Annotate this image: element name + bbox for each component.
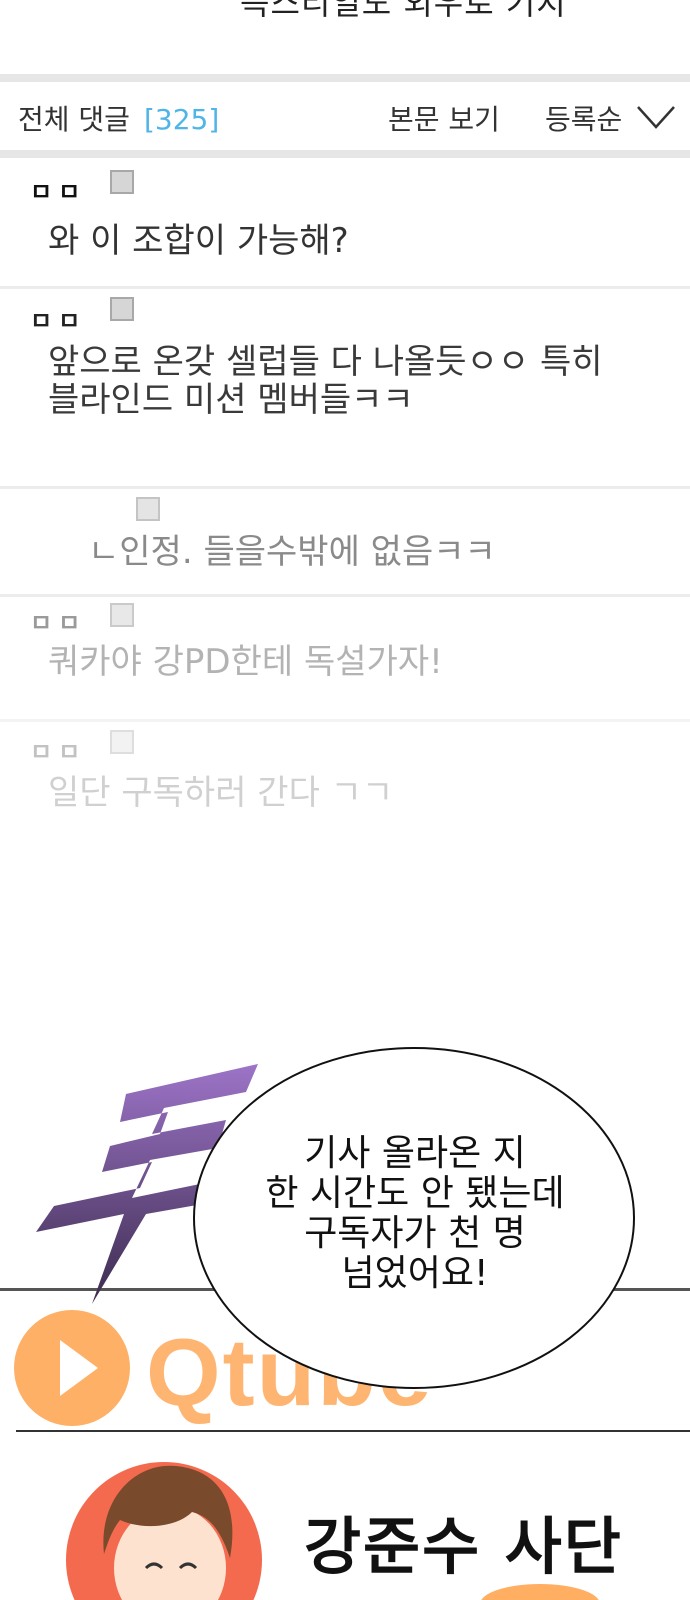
comment-author: ㅁㅁ <box>30 609 87 637</box>
header-divider <box>0 150 690 158</box>
comment-text: 일단 구독하러 간다 ㄱㄱ <box>48 773 394 813</box>
comment-text: 앞으로 온갖 셀럽들 다 나올듯ㅇㅇ 특히 블라인드 미션 멤버들ㅋㅋ <box>48 342 603 420</box>
user-icon <box>110 297 134 321</box>
decorative-shape <box>480 1584 600 1600</box>
avatar <box>103 1465 233 1600</box>
user-icon <box>136 497 160 521</box>
chevron-down-icon[interactable] <box>636 104 676 130</box>
comment-item: ㅁㅁ 앞으로 온갖 셀럽들 다 나올듯ㅇㅇ 특히 블라인드 미션 멤버들ㅋㅋ <box>0 289 690 486</box>
bubble-text: 기사 올라온 지 한 시간도 안 됐는데 구독자가 천 명 넘었어요! <box>265 1133 565 1294</box>
comment-item: ㅁㅁ 와 이 조합이 가능해? <box>0 158 690 286</box>
comment-count: [325] <box>143 103 220 136</box>
all-comments-label: 전체 댓글 <box>18 103 130 136</box>
comment-item: ㅁㅁ 일단 구독하러 간다 ㄱㄱ <box>0 722 690 842</box>
user-icon <box>110 730 134 754</box>
panel-line-bottom <box>16 1430 690 1432</box>
top-divider <box>0 74 690 82</box>
comment-text: 와 이 조합이 가능해? <box>48 221 349 261</box>
comment-item: ㅁㅁ 쿼카야 강PD한테 독설가자! <box>0 597 690 719</box>
comment-text: 쿼카야 강PD한테 독설가자! <box>48 642 443 682</box>
all-comments[interactable]: 전체 댓글 [325] <box>18 98 219 138</box>
view-body-button[interactable]: 본문 보기 <box>388 98 500 138</box>
previous-panel: 득스티일도 외우로 기지 <box>0 0 690 74</box>
user-icon <box>110 170 134 194</box>
qtube-logo-button <box>14 1310 130 1426</box>
comment-author: ㅁㅁ <box>30 307 87 335</box>
user-icon <box>110 603 134 627</box>
play-icon <box>60 1340 98 1396</box>
reply-text: ㄴ인정. 들을수밖에 없음ㅋㅋ <box>88 532 496 572</box>
comment-header: 전체 댓글 [325] 본문 보기 등록순 <box>0 82 690 152</box>
channel-name: 강준수 사단 <box>304 1510 623 1583</box>
sort-dropdown[interactable]: 등록순 <box>545 98 622 138</box>
comment-author: ㅁㅁ <box>30 178 87 206</box>
cut-off-title: 득스티일도 외우로 기지 <box>240 0 567 22</box>
reply-item: ㄴ인정. 들을수밖에 없음ㅋㅋ <box>0 489 690 594</box>
comment-author: ㅁㅁ <box>30 738 87 766</box>
